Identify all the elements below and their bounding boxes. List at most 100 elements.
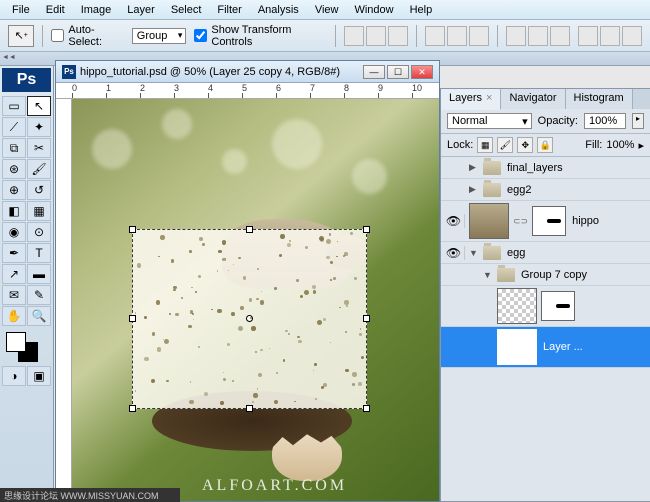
layer-row[interactable]: Layer ... xyxy=(441,327,650,368)
foreground-color-swatch[interactable] xyxy=(6,332,26,352)
layer-name[interactable]: Group 7 copy xyxy=(519,269,648,281)
fill-arrow-icon[interactable]: ▸ xyxy=(638,139,644,152)
layer-name[interactable]: egg2 xyxy=(505,184,648,196)
lock-all-icon[interactable]: 🔒 xyxy=(537,137,553,153)
menu-filter[interactable]: Filter xyxy=(209,2,249,18)
notes-tool-icon[interactable]: ✉ xyxy=(2,285,26,305)
layer-name[interactable]: Layer ... xyxy=(541,341,648,353)
distribute-bottom-icon[interactable] xyxy=(550,26,570,46)
pen-tool-icon[interactable]: ✒ xyxy=(2,243,26,263)
layer-thumbnail[interactable] xyxy=(469,203,509,239)
expand-arrow-icon[interactable]: ▼ xyxy=(483,270,493,280)
visibility-eye-icon[interactable]: 👁 xyxy=(443,214,465,228)
wand-tool-icon[interactable]: ✦ xyxy=(27,117,51,137)
align-right-icon[interactable] xyxy=(469,26,489,46)
align-top-icon[interactable] xyxy=(344,26,364,46)
menu-help[interactable]: Help xyxy=(402,2,441,18)
tab-histogram[interactable]: Histogram xyxy=(566,89,633,109)
crop-tool-icon[interactable]: ⧉ xyxy=(2,138,26,158)
menu-select[interactable]: Select xyxy=(163,2,210,18)
distribute-right-icon[interactable] xyxy=(622,26,642,46)
stamp-tool-icon[interactable]: ⊕ xyxy=(2,180,26,200)
quickmask-icon[interactable]: ◑ xyxy=(2,366,26,386)
transform-handle-ml[interactable] xyxy=(129,315,136,322)
transform-handle-br[interactable] xyxy=(363,405,370,412)
layer-mask-thumbnail[interactable] xyxy=(532,206,566,236)
menu-analysis[interactable]: Analysis xyxy=(250,2,307,18)
screenmode-icon[interactable]: ▣ xyxy=(27,366,51,386)
heal-tool-icon[interactable]: ⊛ xyxy=(2,159,26,179)
align-left-icon[interactable] xyxy=(425,26,445,46)
distribute-top-icon[interactable] xyxy=(506,26,526,46)
menu-view[interactable]: View xyxy=(307,2,347,18)
layer-row[interactable]: 👁⊂⊃hippo xyxy=(441,201,650,242)
menu-edit[interactable]: Edit xyxy=(38,2,73,18)
canvas[interactable]: ALFOART.COM xyxy=(72,99,439,501)
auto-select-checkbox[interactable]: Auto-Select: xyxy=(51,24,123,48)
slice-tool-icon[interactable]: ✂ xyxy=(27,138,51,158)
move-tool-indicator[interactable]: ↖+ xyxy=(8,25,34,47)
gradient-tool-icon[interactable]: ▦ xyxy=(27,201,51,221)
layer-row[interactable]: 👁 ▼ egg xyxy=(441,242,650,264)
dodge-tool-icon[interactable]: ⊙ xyxy=(27,222,51,242)
maximize-button[interactable]: ☐ xyxy=(387,65,409,79)
opacity-arrow-icon[interactable]: ▸ xyxy=(632,113,644,129)
layer-name[interactable]: hippo xyxy=(570,215,648,227)
layer-row[interactable]: ▶ egg2 xyxy=(441,179,650,201)
eyedropper-tool-icon[interactable]: ✎ xyxy=(27,285,51,305)
expand-arrow-icon[interactable]: ▶ xyxy=(469,184,479,195)
transform-handle-tr[interactable] xyxy=(363,226,370,233)
tab-layers[interactable]: Layers× xyxy=(441,89,501,110)
layer-row[interactable] xyxy=(441,286,650,327)
color-swatches[interactable] xyxy=(2,332,51,362)
layer-row[interactable]: ▶ final_layers xyxy=(441,157,650,179)
transform-handle-tm[interactable] xyxy=(246,226,253,233)
marquee-tool-icon[interactable]: ▭ xyxy=(2,96,26,116)
eraser-tool-icon[interactable]: ◧ xyxy=(2,201,26,221)
transform-handle-bl[interactable] xyxy=(129,405,136,412)
shape-tool-icon[interactable]: ▬ xyxy=(27,264,51,284)
hand-tool-icon[interactable]: ✋ xyxy=(2,306,26,326)
distribute-left-icon[interactable] xyxy=(578,26,598,46)
zoom-tool-icon[interactable]: 🔍 xyxy=(27,306,51,326)
menu-layer[interactable]: Layer xyxy=(119,2,163,18)
brush-tool-icon[interactable]: 🖌 xyxy=(27,159,51,179)
distribute-hcenter-icon[interactable] xyxy=(600,26,620,46)
history-brush-icon[interactable]: ↺ xyxy=(27,180,51,200)
blend-mode-dropdown[interactable]: Normal xyxy=(447,113,532,129)
menu-file[interactable]: File xyxy=(4,2,38,18)
document-titlebar[interactable]: Ps hippo_tutorial.psd @ 50% (Layer 25 co… xyxy=(56,61,439,83)
move-tool-icon[interactable]: ↖ xyxy=(27,96,51,116)
expand-arrow-icon[interactable]: ▶ xyxy=(469,162,479,173)
layer-thumbnail[interactable] xyxy=(497,329,537,365)
layer-name[interactable]: egg xyxy=(505,247,648,259)
menu-window[interactable]: Window xyxy=(346,2,401,18)
transform-handle-mr[interactable] xyxy=(363,315,370,322)
fill-input[interactable]: 100% xyxy=(606,139,634,151)
visibility-eye-icon[interactable]: 👁 xyxy=(443,246,465,260)
minimize-button[interactable]: — xyxy=(363,65,385,79)
expand-arrow-icon[interactable]: ▼ xyxy=(469,248,479,258)
close-button[interactable]: ✕ xyxy=(411,65,433,79)
align-vcenter-icon[interactable] xyxy=(366,26,386,46)
layer-mask-thumbnail[interactable] xyxy=(541,291,575,321)
blur-tool-icon[interactable]: ◉ xyxy=(2,222,26,242)
align-hcenter-icon[interactable] xyxy=(447,26,467,46)
lock-position-icon[interactable]: ✥ xyxy=(517,137,533,153)
tab-navigator[interactable]: Navigator xyxy=(501,89,565,109)
type-tool-icon[interactable]: T xyxy=(27,243,51,263)
transform-handle-bm[interactable] xyxy=(246,405,253,412)
path-tool-icon[interactable]: ↗ xyxy=(2,264,26,284)
show-transform-checkbox[interactable]: Show Transform Controls xyxy=(194,24,327,48)
lasso-tool-icon[interactable]: ⟋ xyxy=(2,117,26,137)
layer-thumbnail[interactable] xyxy=(497,288,537,324)
menu-image[interactable]: Image xyxy=(73,2,120,18)
transform-handle-tl[interactable] xyxy=(129,226,136,233)
layer-row[interactable]: ▼ Group 7 copy xyxy=(441,264,650,286)
align-bottom-icon[interactable] xyxy=(388,26,408,46)
lock-transparency-icon[interactable]: ▦ xyxy=(477,137,493,153)
auto-select-dropdown[interactable]: Group xyxy=(132,28,187,44)
transform-bounding-box[interactable] xyxy=(132,229,367,409)
layer-name[interactable]: final_layers xyxy=(505,162,648,174)
distribute-vcenter-icon[interactable] xyxy=(528,26,548,46)
